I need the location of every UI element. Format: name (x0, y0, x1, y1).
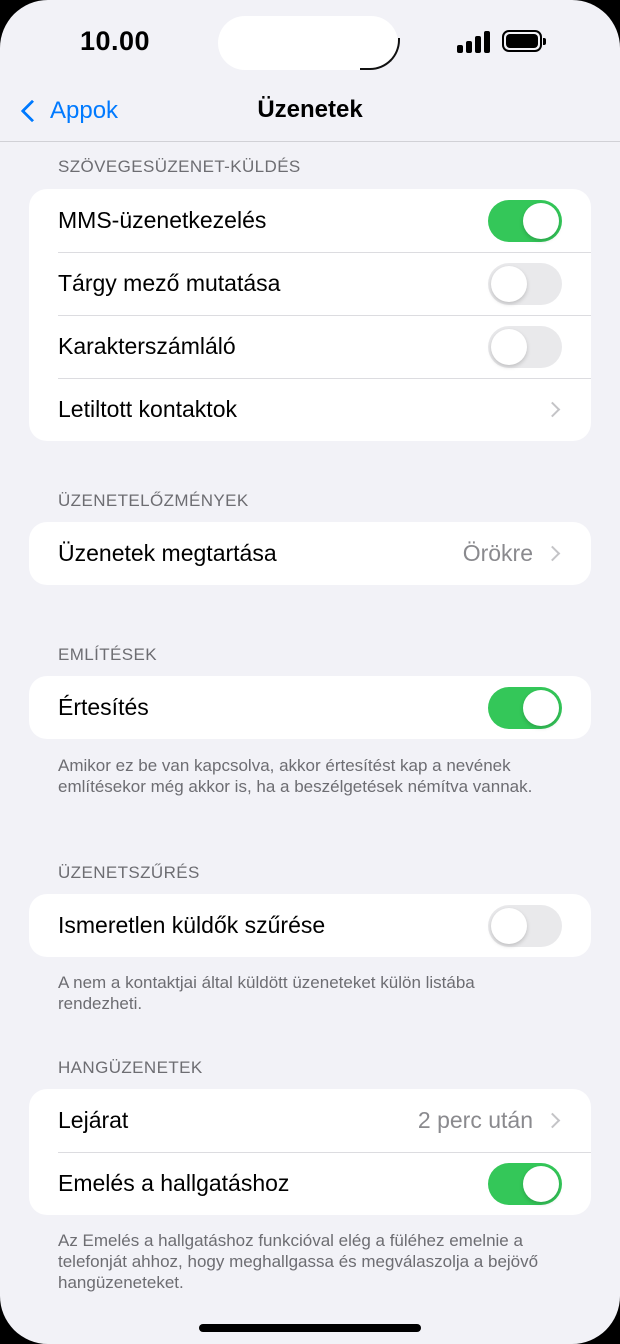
row-label: Letiltott kontaktok (58, 396, 237, 422)
chevron-right-icon (544, 545, 561, 562)
home-indicator[interactable] (199, 1324, 421, 1332)
status-time: 10.00 (80, 26, 151, 56)
row-label: Tárgy mező mutatása (58, 270, 281, 296)
row-mms: MMS-üzenetkezelés (29, 189, 591, 252)
row-value: Örökre (462, 540, 533, 566)
toggle-knob (523, 202, 559, 239)
audio-footer: Az Emelés a hallgatáshoz funkcióval elég… (58, 1231, 539, 1292)
phone-screen: 10.00 Üzenetek Appok SZÖVEGESÜZENET-KÜLD… (0, 0, 620, 1344)
section-header-audio: HANGÜZENETEK (58, 1058, 203, 1077)
row-character-count: Karakterszámláló (29, 315, 591, 378)
mms-toggle[interactable] (488, 199, 562, 242)
toggle-knob (491, 328, 527, 365)
battery-icon (502, 30, 546, 52)
section-header-sms: SZÖVEGESÜZENET-KÜLDÉS (58, 157, 301, 176)
row-blocked-contacts[interactable]: Letiltott kontaktok (29, 378, 591, 441)
filter-unknown-toggle[interactable] (488, 904, 562, 947)
section-header-history: ÜZENETELŐZMÉNYEK (58, 491, 249, 510)
group-history: Üzenetek megtartása Örökre (29, 522, 591, 585)
character-count-toggle[interactable] (488, 325, 562, 368)
filtering-footer: A nem a kontaktjai által küldött üzenete… (58, 973, 475, 1013)
toggle-knob (523, 1165, 559, 1202)
group-sms: MMS-üzenetkezelés Tárgy mező mutatása Ka… (29, 189, 591, 441)
row-keep-messages[interactable]: Üzenetek megtartása Örökre (29, 522, 591, 585)
chevron-left-icon (20, 99, 44, 123)
row-label: Lejárat (58, 1107, 129, 1133)
toggle-knob (491, 907, 527, 944)
row-notify: Értesítés (29, 676, 591, 739)
row-subject-field: Tárgy mező mutatása (29, 252, 591, 315)
row-label: Üzenetek megtartása (58, 540, 277, 566)
navigation-bar: Üzenetek Appok (0, 78, 620, 142)
row-label: MMS-üzenetkezelés (58, 207, 267, 233)
row-expire[interactable]: Lejárat 2 perc után (29, 1089, 591, 1152)
subject-field-toggle[interactable] (488, 262, 562, 305)
row-label: Emelés a hallgatáshoz (58, 1170, 290, 1196)
section-header-mentions: EMLÍTÉSEK (58, 645, 158, 664)
row-filter-unknown: Ismeretlen küldők szűrése (29, 894, 591, 957)
row-label: Karakterszámláló (58, 333, 236, 359)
section-header-filtering: ÜZENETSZŰRÉS (58, 863, 200, 882)
notify-toggle[interactable] (488, 686, 562, 729)
mentions-footer: Amikor ez be van kapcsolva, akkor értesí… (58, 756, 533, 796)
row-label: Ismeretlen küldők szűrése (58, 912, 326, 938)
toggle-knob (491, 265, 527, 302)
toggle-knob (523, 689, 559, 726)
raise-to-listen-toggle[interactable] (488, 1162, 562, 1205)
cellular-signal-icon (457, 31, 493, 53)
group-audio: Lejárat 2 perc után Emelés a hallgatásho… (29, 1089, 591, 1215)
group-mentions: Értesítés (29, 676, 591, 739)
group-filtering: Ismeretlen küldők szűrése (29, 894, 591, 957)
back-button[interactable]: Appok (18, 94, 118, 128)
chevron-right-icon (544, 1112, 561, 1129)
row-value: 2 perc után (417, 1107, 533, 1133)
row-label: Értesítés (58, 694, 149, 720)
back-label: Appok (50, 97, 119, 124)
dynamic-island-edge (360, 38, 400, 70)
status-bar: 10.00 (0, 0, 620, 78)
row-raise-to-listen: Emelés a hallgatáshoz (29, 1152, 591, 1215)
chevron-right-icon (544, 401, 561, 418)
